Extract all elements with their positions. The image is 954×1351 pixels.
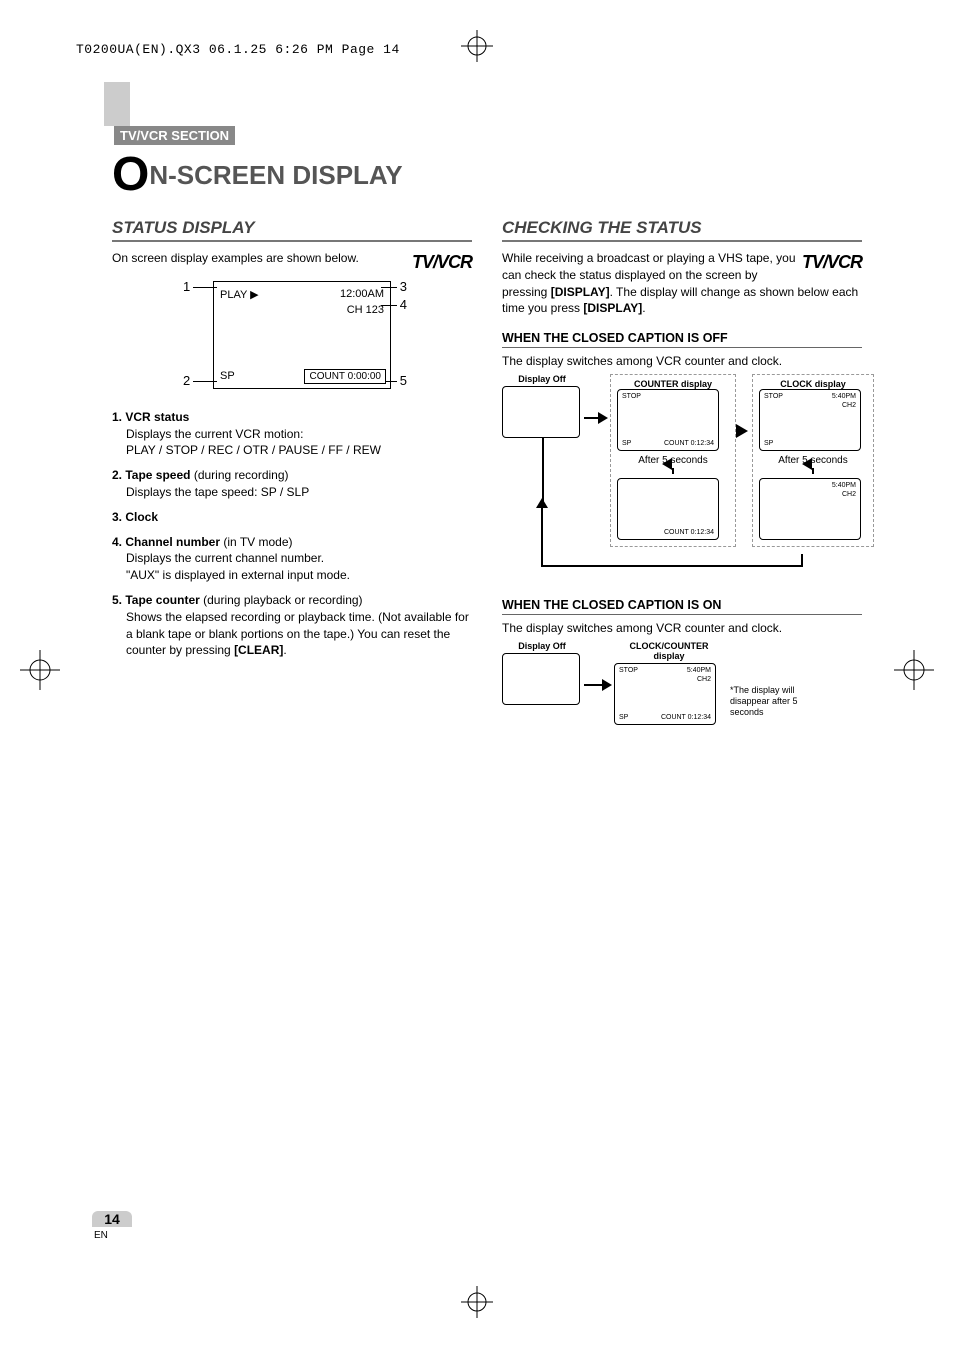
osd-play: PLAY ▶ bbox=[220, 288, 259, 301]
osd-screen-box: PLAY ▶ 12:00AM CH 123 SP COUNT 0:00:00 bbox=[213, 281, 391, 389]
crop-mark-icon bbox=[461, 30, 493, 65]
item-lead: 3. Clock bbox=[112, 510, 158, 524]
item-body: Displays the tape speed: SP / SLP bbox=[112, 484, 309, 501]
item-lead: 1. VCR status bbox=[112, 410, 189, 424]
cc-on-heading: WHEN THE CLOSED CAPTION IS ON bbox=[502, 598, 862, 615]
status-intro: On screen display examples are shown bel… bbox=[112, 251, 359, 265]
callout-4: 4 bbox=[400, 297, 407, 312]
list-item: 3. Clock bbox=[112, 509, 472, 526]
checking-status-heading: CHECKING THE STATUS bbox=[502, 218, 862, 242]
item-body: Shows the elapsed recording or playback … bbox=[126, 610, 469, 658]
list-item: 5. Tape counter (during playback or reco… bbox=[112, 592, 472, 659]
clockcounter-screen: STOP 5:40PM CH2 SP COUNT 0:12:34 bbox=[614, 663, 716, 725]
list-item: 4. Channel number (in TV mode) Displays … bbox=[112, 534, 472, 584]
cc-off-line: The display switches among VCR counter a… bbox=[502, 354, 862, 368]
callout-3: 3 bbox=[400, 279, 407, 294]
item-lead: 2. Tape speed bbox=[112, 468, 190, 482]
item-paren: (in TV mode) bbox=[220, 535, 292, 549]
item-body: Displays the current VCR motion: PLAY / … bbox=[112, 426, 381, 460]
cc-off-heading: WHEN THE CLOSED CAPTION IS OFF bbox=[502, 331, 862, 348]
item-paren: (during playback or recording) bbox=[200, 593, 363, 607]
mini-count: COUNT 0:12:34 bbox=[661, 714, 711, 721]
osd-channel: CH 123 bbox=[347, 304, 384, 316]
item-lead: 4. Channel number bbox=[112, 535, 220, 549]
display-key: [DISPLAY] bbox=[551, 285, 610, 299]
page-num-value: 14 bbox=[104, 1211, 120, 1227]
title-rest: N-SCREEN DISPLAY bbox=[149, 160, 402, 190]
print-header: T0200UA(EN).QX3 06.1.25 6:26 PM Page 14 bbox=[76, 42, 400, 57]
osd-time: 12:00AM bbox=[340, 288, 384, 300]
crop-mark-icon bbox=[894, 650, 934, 693]
osd-count: COUNT 0:00:00 bbox=[304, 369, 386, 384]
label-clockcounter: CLOCK/COUNTER display bbox=[614, 641, 724, 661]
tvvcr-logo-icon: TV/VCR bbox=[412, 250, 472, 275]
label-display-off: Display Off bbox=[502, 641, 582, 651]
title-first-letter: O bbox=[112, 148, 149, 201]
mini-sp: SP bbox=[619, 714, 628, 721]
item-lead: 5. Tape counter bbox=[112, 593, 200, 607]
blank-screen-icon bbox=[502, 653, 580, 705]
callout-5: 5 bbox=[400, 373, 407, 388]
item-paren: (during recording) bbox=[190, 468, 288, 482]
return-arrow-icon bbox=[502, 374, 862, 574]
mini-time: 5:40PM bbox=[687, 667, 711, 674]
side-tab bbox=[104, 82, 130, 126]
item-body: Displays the current channel number. "AU… bbox=[112, 550, 350, 584]
crop-mark-icon bbox=[20, 650, 60, 693]
mini-ch: CH2 bbox=[697, 676, 711, 683]
section-label: TV/VCR SECTION bbox=[114, 126, 235, 145]
cc-on-line: The display switches among VCR counter a… bbox=[502, 621, 862, 635]
cc-on-diagram: Display Off CLOCK/COUNTER display STOP 5… bbox=[502, 641, 862, 741]
list-item: 2. Tape speed (during recording) Display… bbox=[112, 467, 472, 501]
mini-stop: STOP bbox=[619, 667, 638, 674]
crop-mark-icon bbox=[461, 1286, 493, 1321]
page-number: 14 EN bbox=[92, 1211, 132, 1241]
osd-diagram: 1 2 3 4 5 PLAY ▶ 12:00AM CH 123 SP bbox=[177, 277, 407, 397]
clear-key: [CLEAR] bbox=[234, 643, 283, 657]
callout-1: 1 bbox=[183, 279, 190, 294]
page-title: ON-SCREEN DISPLAY bbox=[112, 147, 872, 202]
display-key: [DISPLAY] bbox=[583, 301, 642, 315]
cc-off-diagram: Display Off COUNTER display STOP bbox=[502, 374, 862, 574]
item-tail: . bbox=[283, 643, 286, 657]
status-display-heading: STATUS DISPLAY bbox=[112, 218, 472, 242]
list-item: 1. VCR status Displays the current VCR m… bbox=[112, 409, 472, 459]
page-lang: EN bbox=[94, 1230, 108, 1241]
osd-sp: SP bbox=[220, 370, 235, 382]
tvvcr-logo-icon: TV/VCR bbox=[802, 250, 862, 275]
callout-2: 2 bbox=[183, 373, 190, 388]
checking-para: . bbox=[642, 301, 645, 315]
disappear-note: *The display will disappear after 5 seco… bbox=[730, 685, 810, 717]
